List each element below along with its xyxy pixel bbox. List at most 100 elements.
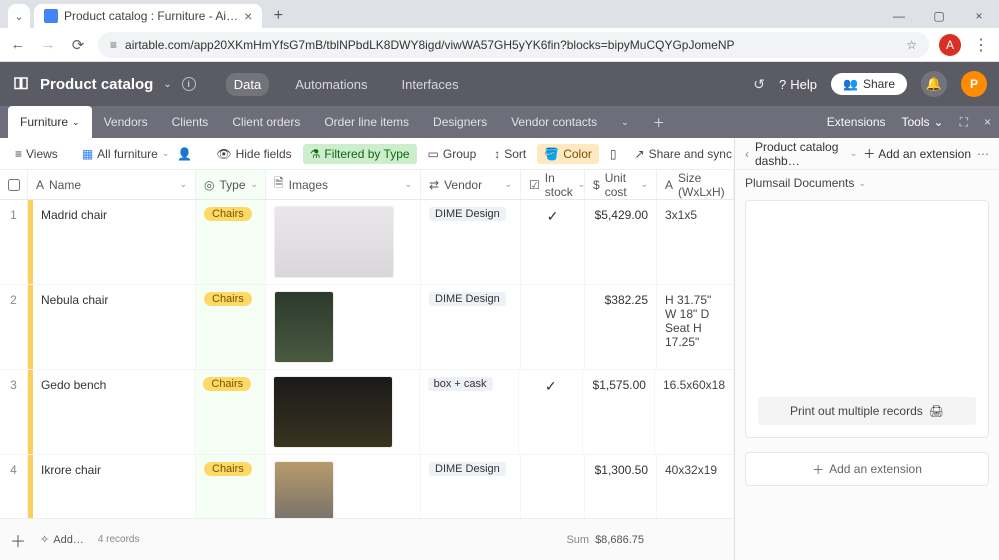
column-vendor[interactable]: ⇄Vendor⌄	[421, 170, 521, 199]
close-icon[interactable]: ×	[244, 8, 252, 24]
cell-name[interactable]: Ikrore chair	[33, 455, 196, 518]
cell-type[interactable]: Chairs	[196, 455, 266, 518]
back-button[interactable]: ←	[8, 35, 28, 55]
group-button[interactable]: ▭Group	[421, 144, 484, 164]
cell-unit-cost[interactable]: $5,429.00	[585, 200, 657, 284]
table-tab-furniture[interactable]: Furniture⌄	[8, 106, 92, 138]
cell-unit-cost[interactable]: $1,575.00	[583, 370, 655, 454]
profile-avatar[interactable]: A	[939, 34, 961, 56]
chevron-down-icon[interactable]: ⌄	[640, 179, 648, 190]
cell-vendor[interactable]: DIME Design	[421, 285, 521, 369]
extension-title[interactable]: Plumsail Documents⌄	[735, 170, 999, 196]
column-type[interactable]: ◎Type⌄	[196, 170, 266, 199]
select-all-checkbox[interactable]	[0, 170, 28, 199]
browser-menu-button[interactable]: ⋮	[971, 35, 991, 55]
print-records-button[interactable]: Print out multiple records 🖨	[758, 397, 976, 425]
collapse-icon[interactable]: ‹	[745, 147, 749, 161]
cell-size[interactable]: 16.5x60x18	[655, 370, 734, 454]
table-tab-designers[interactable]: Designers	[421, 106, 499, 138]
chevron-down-icon[interactable]: ⌄	[251, 179, 259, 190]
cell-in-stock[interactable]	[521, 285, 585, 369]
add-extension-button[interactable]: ＋Add an extension	[863, 145, 971, 162]
user-avatar[interactable]: P	[961, 71, 987, 97]
table-row[interactable]: 2Nebula chairChairsDIME Design$382.25H 3…	[0, 285, 734, 370]
summary-cell[interactable]: Sum $8,686.75	[566, 534, 644, 546]
cell-images[interactable]	[266, 200, 421, 284]
base-title[interactable]: Product catalog	[40, 76, 153, 93]
tab-interfaces[interactable]: Interfaces	[393, 73, 466, 96]
chevron-down-icon[interactable]: ⌄	[504, 179, 512, 190]
cell-images[interactable]	[266, 455, 421, 518]
vendor-chip[interactable]: DIME Design	[429, 292, 506, 306]
minimize-button[interactable]: —	[879, 4, 919, 28]
forward-button[interactable]: →	[38, 35, 58, 55]
vendor-chip[interactable]: DIME Design	[429, 207, 506, 221]
close-panel-icon[interactable]: ×	[984, 115, 991, 129]
cell-size[interactable]: H 31.75" W 18" D Seat H 17.25"	[657, 285, 734, 369]
url-input[interactable]: ≡ airtable.com/app20XKmHmYfsG7mB/tblNPbd…	[98, 32, 929, 58]
notifications-button[interactable]: 🔔	[921, 71, 947, 97]
cell-vendor[interactable]: box + cask	[420, 370, 520, 454]
grid-body[interactable]: 1Madrid chairChairsDIME Design✓$5,429.00…	[0, 200, 734, 518]
cell-images[interactable]	[265, 370, 419, 454]
browser-tab[interactable]: Product catalog : Furniture - Ai… ×	[34, 4, 262, 28]
image-thumbnail[interactable]	[273, 376, 393, 448]
cell-in-stock[interactable]: ✓	[521, 200, 585, 284]
add-menu[interactable]: ✧Add…	[40, 533, 84, 546]
table-tab-order-line-items[interactable]: Order line items	[312, 106, 421, 138]
site-info-icon[interactable]: ≡	[110, 38, 117, 52]
cell-in-stock[interactable]: ✓	[519, 370, 583, 454]
close-window-button[interactable]: ×	[959, 4, 999, 28]
image-thumbnail[interactable]	[274, 291, 334, 363]
dashboard-picker[interactable]: Product catalog dashb…⌄	[755, 140, 857, 168]
table-row[interactable]: 3Gedo benchChairsbox + cask✓$1,575.0016.…	[0, 370, 734, 455]
image-thumbnail[interactable]	[274, 206, 394, 278]
row-height-button[interactable]: ▯	[603, 144, 624, 164]
cell-size[interactable]: 3x1x5	[657, 200, 734, 284]
views-button[interactable]: ≡Views	[8, 144, 65, 164]
more-icon[interactable]: ⋯	[977, 147, 989, 161]
table-row[interactable]: 1Madrid chairChairsDIME Design✓$5,429.00…	[0, 200, 734, 285]
info-icon[interactable]: i	[182, 77, 196, 91]
expand-icon[interactable]: ⛶	[960, 115, 968, 130]
tools-menu[interactable]: Tools⌄	[902, 115, 944, 129]
column-unit-cost[interactable]: $Unit cost⌄	[585, 170, 657, 199]
cell-name[interactable]: Nebula chair	[33, 285, 196, 369]
filter-button[interactable]: ⚗Filtered by Type	[303, 144, 417, 164]
reload-button[interactable]: ⟳	[68, 35, 88, 55]
cell-unit-cost[interactable]: $1,300.50	[585, 455, 657, 518]
sort-button[interactable]: ↕Sort	[487, 144, 533, 164]
hide-fields-button[interactable]: 👁Hide fields	[209, 144, 298, 164]
cell-unit-cost[interactable]: $382.25	[585, 285, 657, 369]
chevron-down-icon[interactable]: ⌄	[404, 179, 412, 190]
cell-vendor[interactable]: DIME Design	[421, 200, 521, 284]
cell-vendor[interactable]: DIME Design	[421, 455, 521, 518]
column-size[interactable]: ASize (WxLxH)	[657, 170, 734, 199]
help-button[interactable]: ?Help	[779, 77, 817, 92]
history-icon[interactable]: ↺	[753, 76, 765, 93]
vendor-chip[interactable]: box + cask	[428, 377, 493, 391]
share-sync-button[interactable]: ↗Share and sync	[628, 144, 739, 164]
cell-type[interactable]: Chairs	[195, 370, 265, 454]
chevron-down-icon[interactable]: ⌄	[72, 117, 80, 128]
column-in-stock[interactable]: ☑In stock⌄	[521, 170, 585, 199]
vendor-chip[interactable]: DIME Design	[429, 462, 506, 476]
cell-type[interactable]: Chairs	[196, 200, 266, 284]
view-picker[interactable]: ▦All furniture⌄👤	[75, 144, 200, 164]
cell-in-stock[interactable]	[521, 455, 585, 518]
maximize-button[interactable]: ▢	[919, 4, 959, 28]
base-menu-chevron-icon[interactable]: ⌄	[163, 79, 171, 90]
extensions-toggle[interactable]: Extensions	[827, 115, 886, 129]
table-tab-client-orders[interactable]: Client orders	[220, 106, 312, 138]
add-table-button[interactable]: ＋	[641, 106, 677, 138]
cell-size[interactable]: 40x32x19	[657, 455, 734, 518]
cell-name[interactable]: Gedo bench	[33, 370, 195, 454]
tab-data[interactable]: Data	[226, 73, 269, 96]
cell-images[interactable]	[266, 285, 421, 369]
color-button[interactable]: 🪣Color	[537, 144, 599, 164]
tab-search-button[interactable]: ⌄	[8, 4, 30, 28]
share-button[interactable]: 👥 Share	[831, 73, 907, 95]
table-tab-clients[interactable]: Clients	[160, 106, 221, 138]
bookmark-icon[interactable]: ☆	[906, 38, 917, 52]
cell-name[interactable]: Madrid chair	[33, 200, 196, 284]
